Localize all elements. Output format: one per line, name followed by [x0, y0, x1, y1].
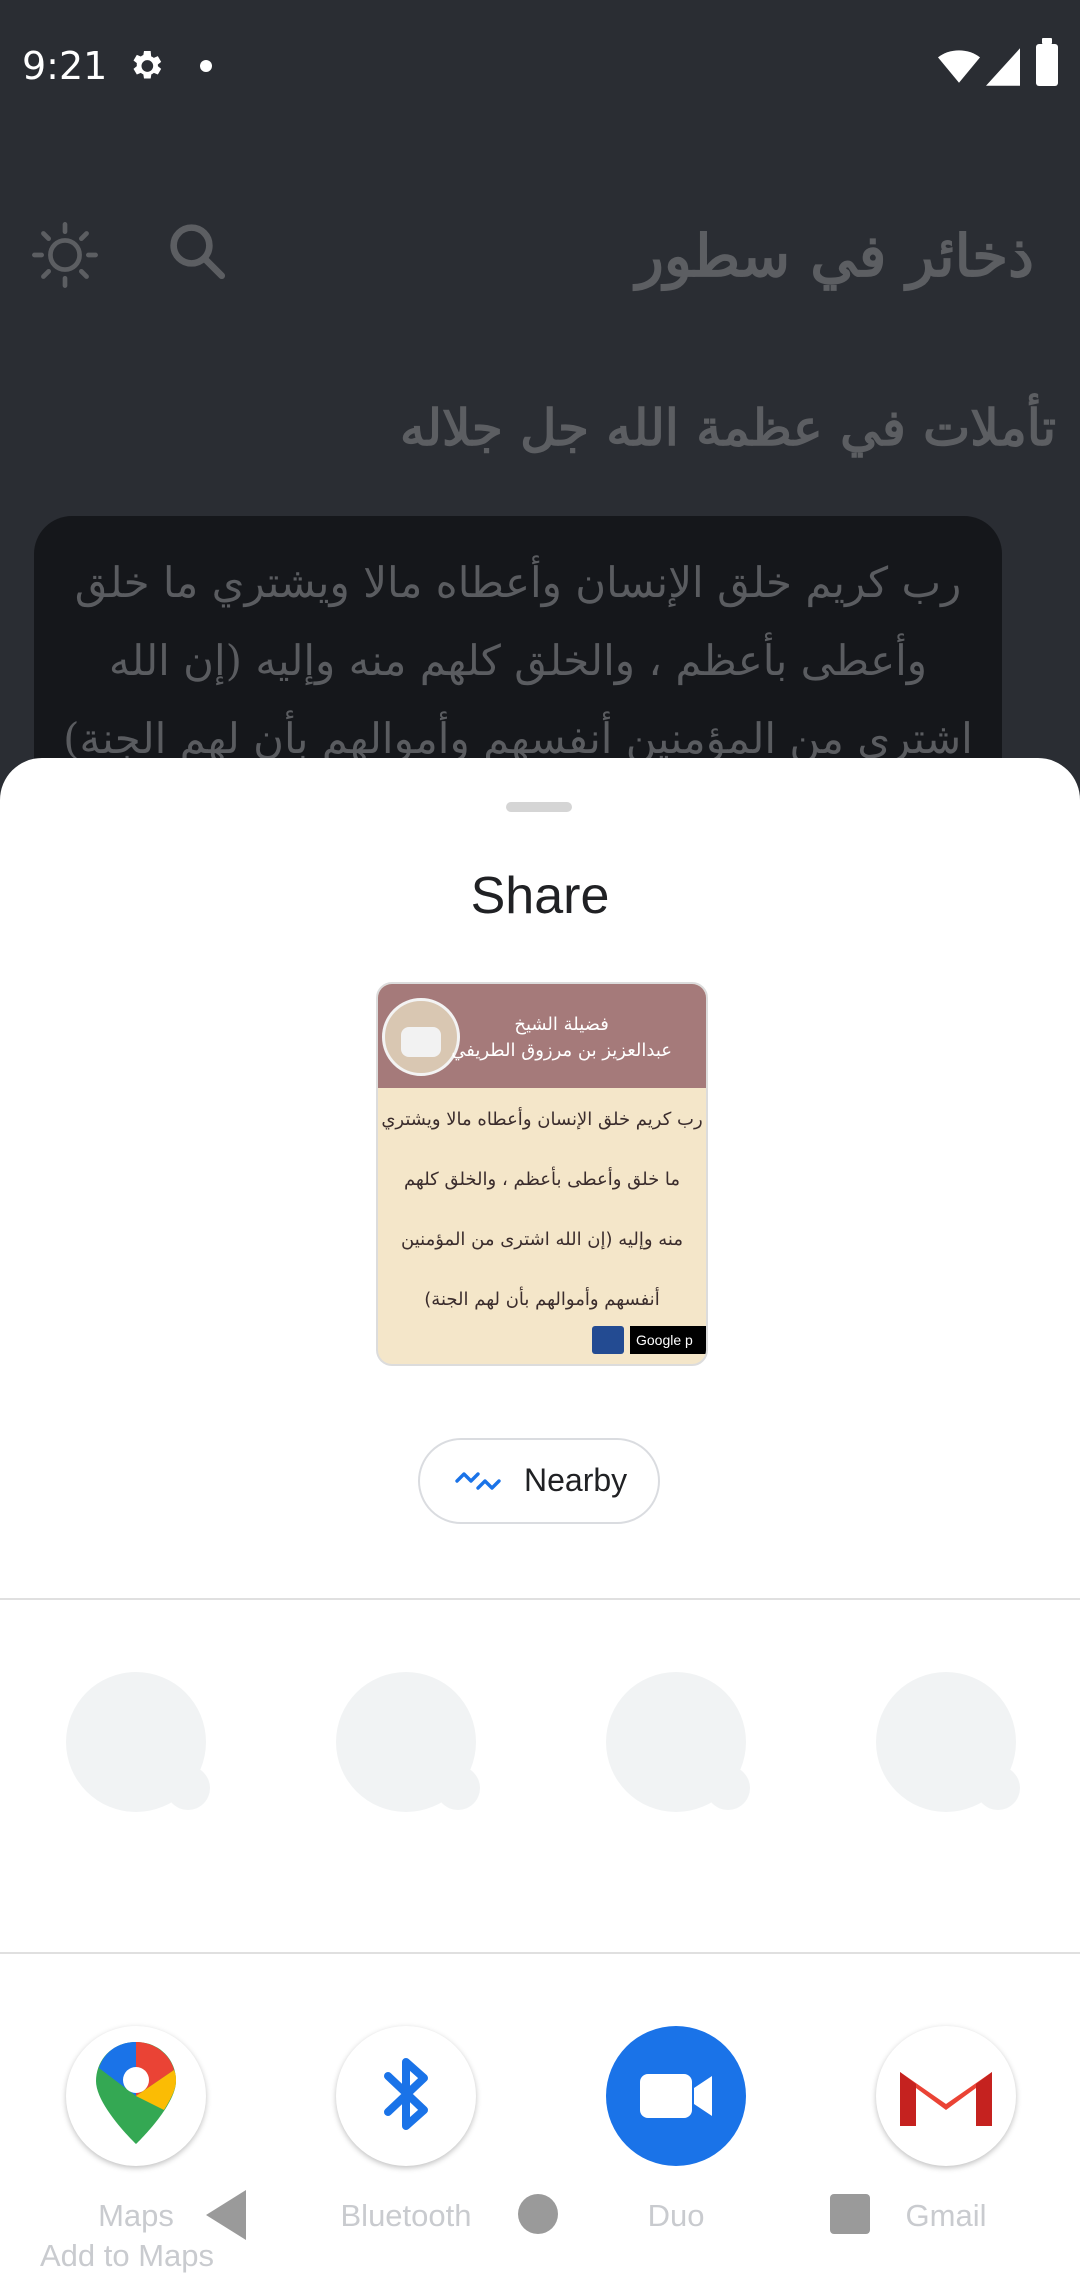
- contact-placeholder: [66, 1672, 210, 1812]
- contact-placeholder: [336, 1672, 480, 1812]
- share-sheet: Share فضيلة الشيخ عبدالعزيز بن مرزوق الط…: [0, 758, 1080, 2280]
- share-target-maps[interactable]: [66, 2026, 206, 2166]
- status-bar: 9:21: [0, 0, 1080, 136]
- preview-line: أنفسهم وأموالهم بأن لهم الجنة): [424, 1289, 660, 1310]
- share-target-sublabel: Add to Maps: [40, 2238, 215, 2273]
- app-logo-icon: [592, 1326, 624, 1354]
- cellular-signal-icon: [986, 48, 1020, 86]
- share-target-bluetooth[interactable]: [336, 2026, 476, 2166]
- preview-line: منه وإليه (إن الله اشترى من المؤمنين: [401, 1229, 683, 1250]
- wifi-icon: [938, 50, 980, 83]
- search-icon[interactable]: [164, 218, 230, 284]
- nav-recents-button[interactable]: [830, 2194, 870, 2234]
- share-target-label: Gmail: [905, 2198, 987, 2233]
- nearby-label: Nearby: [524, 1462, 628, 1498]
- preview-badges: Google p: [592, 1326, 706, 1354]
- avatar: [382, 998, 460, 1076]
- contact-placeholder: [606, 1672, 750, 1812]
- share-title: Share: [470, 867, 610, 925]
- divider: [0, 1598, 1080, 1600]
- settings-gear-icon: [133, 51, 162, 79]
- section-title: تأملات في عظمة الله جل جلاله: [399, 398, 1056, 457]
- preview-header-text: فضيلة الشيخ عبدالعزيز بن مرزوق الطريفي: [451, 1012, 672, 1064]
- contact-placeholder: [876, 1672, 1020, 1812]
- gmail-icon: [900, 2072, 992, 2126]
- app-title: ذخائر في سطور: [635, 222, 1034, 290]
- google-play-badge: Google p: [630, 1326, 706, 1354]
- drag-handle[interactable]: [506, 802, 572, 812]
- google-maps-icon: [96, 2042, 176, 2144]
- preview-header-line1: فضيلة الشيخ: [514, 1014, 609, 1035]
- share-target-label: Duo: [647, 2198, 705, 2233]
- nav-back-icon[interactable]: [206, 2190, 246, 2240]
- share-target-duo[interactable]: [606, 2026, 746, 2166]
- divider: [0, 1952, 1080, 1954]
- background-app: ذخائر في سطور تأملات في عظمة الله جل جلا…: [0, 136, 1080, 836]
- preview-body: رب كريم خلق الإنسان وأعطاه مالا ويشتري م…: [378, 1088, 706, 1330]
- brightness-sun-icon[interactable]: [30, 220, 100, 290]
- bluetooth-icon: [384, 2058, 428, 2130]
- notification-dot-icon: [200, 60, 212, 72]
- nearby-share-icon: [455, 1472, 501, 1490]
- battery-icon: [1036, 38, 1058, 86]
- preview-header: فضيلة الشيخ عبدالعزيز بن مرزوق الطريفي: [378, 984, 706, 1088]
- preview-header-line2: عبدالعزيز بن مرزوق الطريفي: [451, 1040, 672, 1061]
- duo-video-icon: [640, 2074, 712, 2118]
- status-time: 9:21: [22, 44, 108, 88]
- preview-line: رب كريم خلق الإنسان وأعطاه مالا ويشتري: [381, 1109, 703, 1130]
- nearby-share-button[interactable]: Nearby: [418, 1438, 660, 1524]
- preview-line: ما خلق وأعطى بأعظم ، والخلق كلهم: [403, 1169, 681, 1190]
- nav-home-button[interactable]: [518, 2194, 558, 2234]
- share-target-label: Bluetooth: [340, 2198, 472, 2233]
- share-target-gmail[interactable]: [876, 2026, 1016, 2166]
- shared-image-preview: فضيلة الشيخ عبدالعزيز بن مرزوق الطريفي ر…: [376, 982, 708, 1366]
